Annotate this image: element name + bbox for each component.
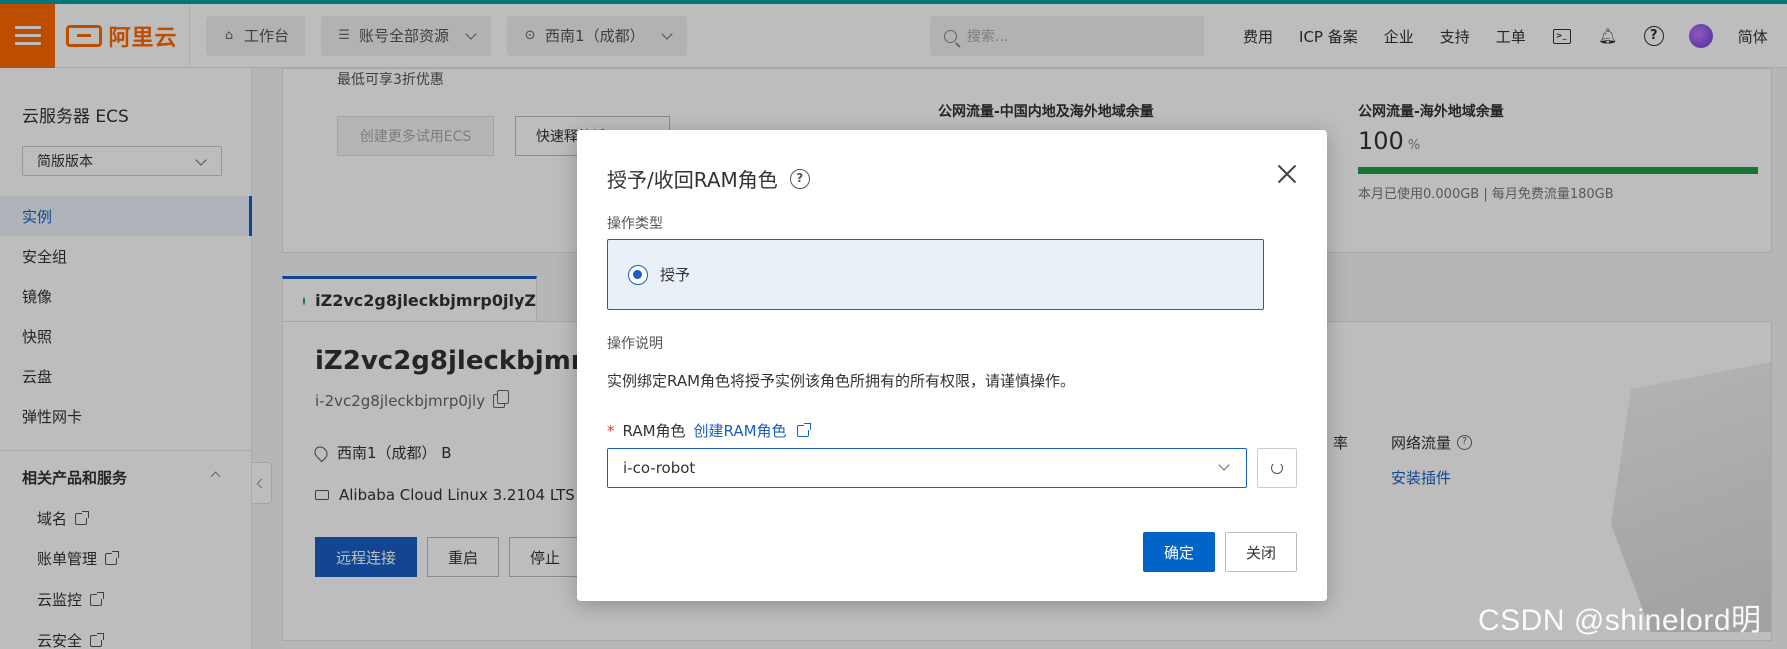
ram-role-dialog: 授予/收回RAM角色 ? 操作类型 授予 操作说明 实例绑定RAM角色将授予实例…	[577, 130, 1327, 601]
operation-type-label: 操作类型	[607, 216, 663, 232]
ram-role-select[interactable]: i-co-robot	[607, 448, 1247, 488]
create-ram-role-text: 创建RAM角色	[693, 422, 787, 440]
ram-role-label: RAM角色	[622, 422, 686, 440]
dialog-title-text: 授予/收回RAM角色	[607, 168, 778, 192]
chevron-down-icon	[1218, 459, 1230, 471]
confirm-button[interactable]: 确定	[1143, 532, 1215, 572]
refresh-icon	[1271, 462, 1283, 474]
grant-radio-label: 授予	[660, 266, 691, 284]
operation-desc: 实例绑定RAM角色将授予实例该角色所拥有的所有权限，请谨慎操作。	[607, 372, 1076, 390]
required-icon: *	[607, 421, 615, 440]
watermark: CSDN @shinelord明	[1478, 604, 1762, 637]
ram-role-label-row: * RAM角色 创建RAM角色	[607, 420, 811, 441]
radio-checked-icon[interactable]	[628, 264, 648, 285]
create-ram-role-link[interactable]: 创建RAM角色	[693, 420, 811, 441]
ram-role-value: i-co-robot	[623, 459, 696, 477]
grant-radio-option[interactable]: 授予	[607, 239, 1264, 310]
help-icon[interactable]: ?	[789, 168, 810, 189]
refresh-button[interactable]	[1257, 448, 1297, 488]
external-link-icon	[796, 422, 811, 437]
dialog-title: 授予/收回RAM角色 ?	[607, 164, 810, 193]
close-icon[interactable]	[1277, 164, 1297, 184]
close-button[interactable]: 关闭	[1225, 532, 1297, 572]
operation-desc-label: 操作说明	[607, 336, 663, 352]
